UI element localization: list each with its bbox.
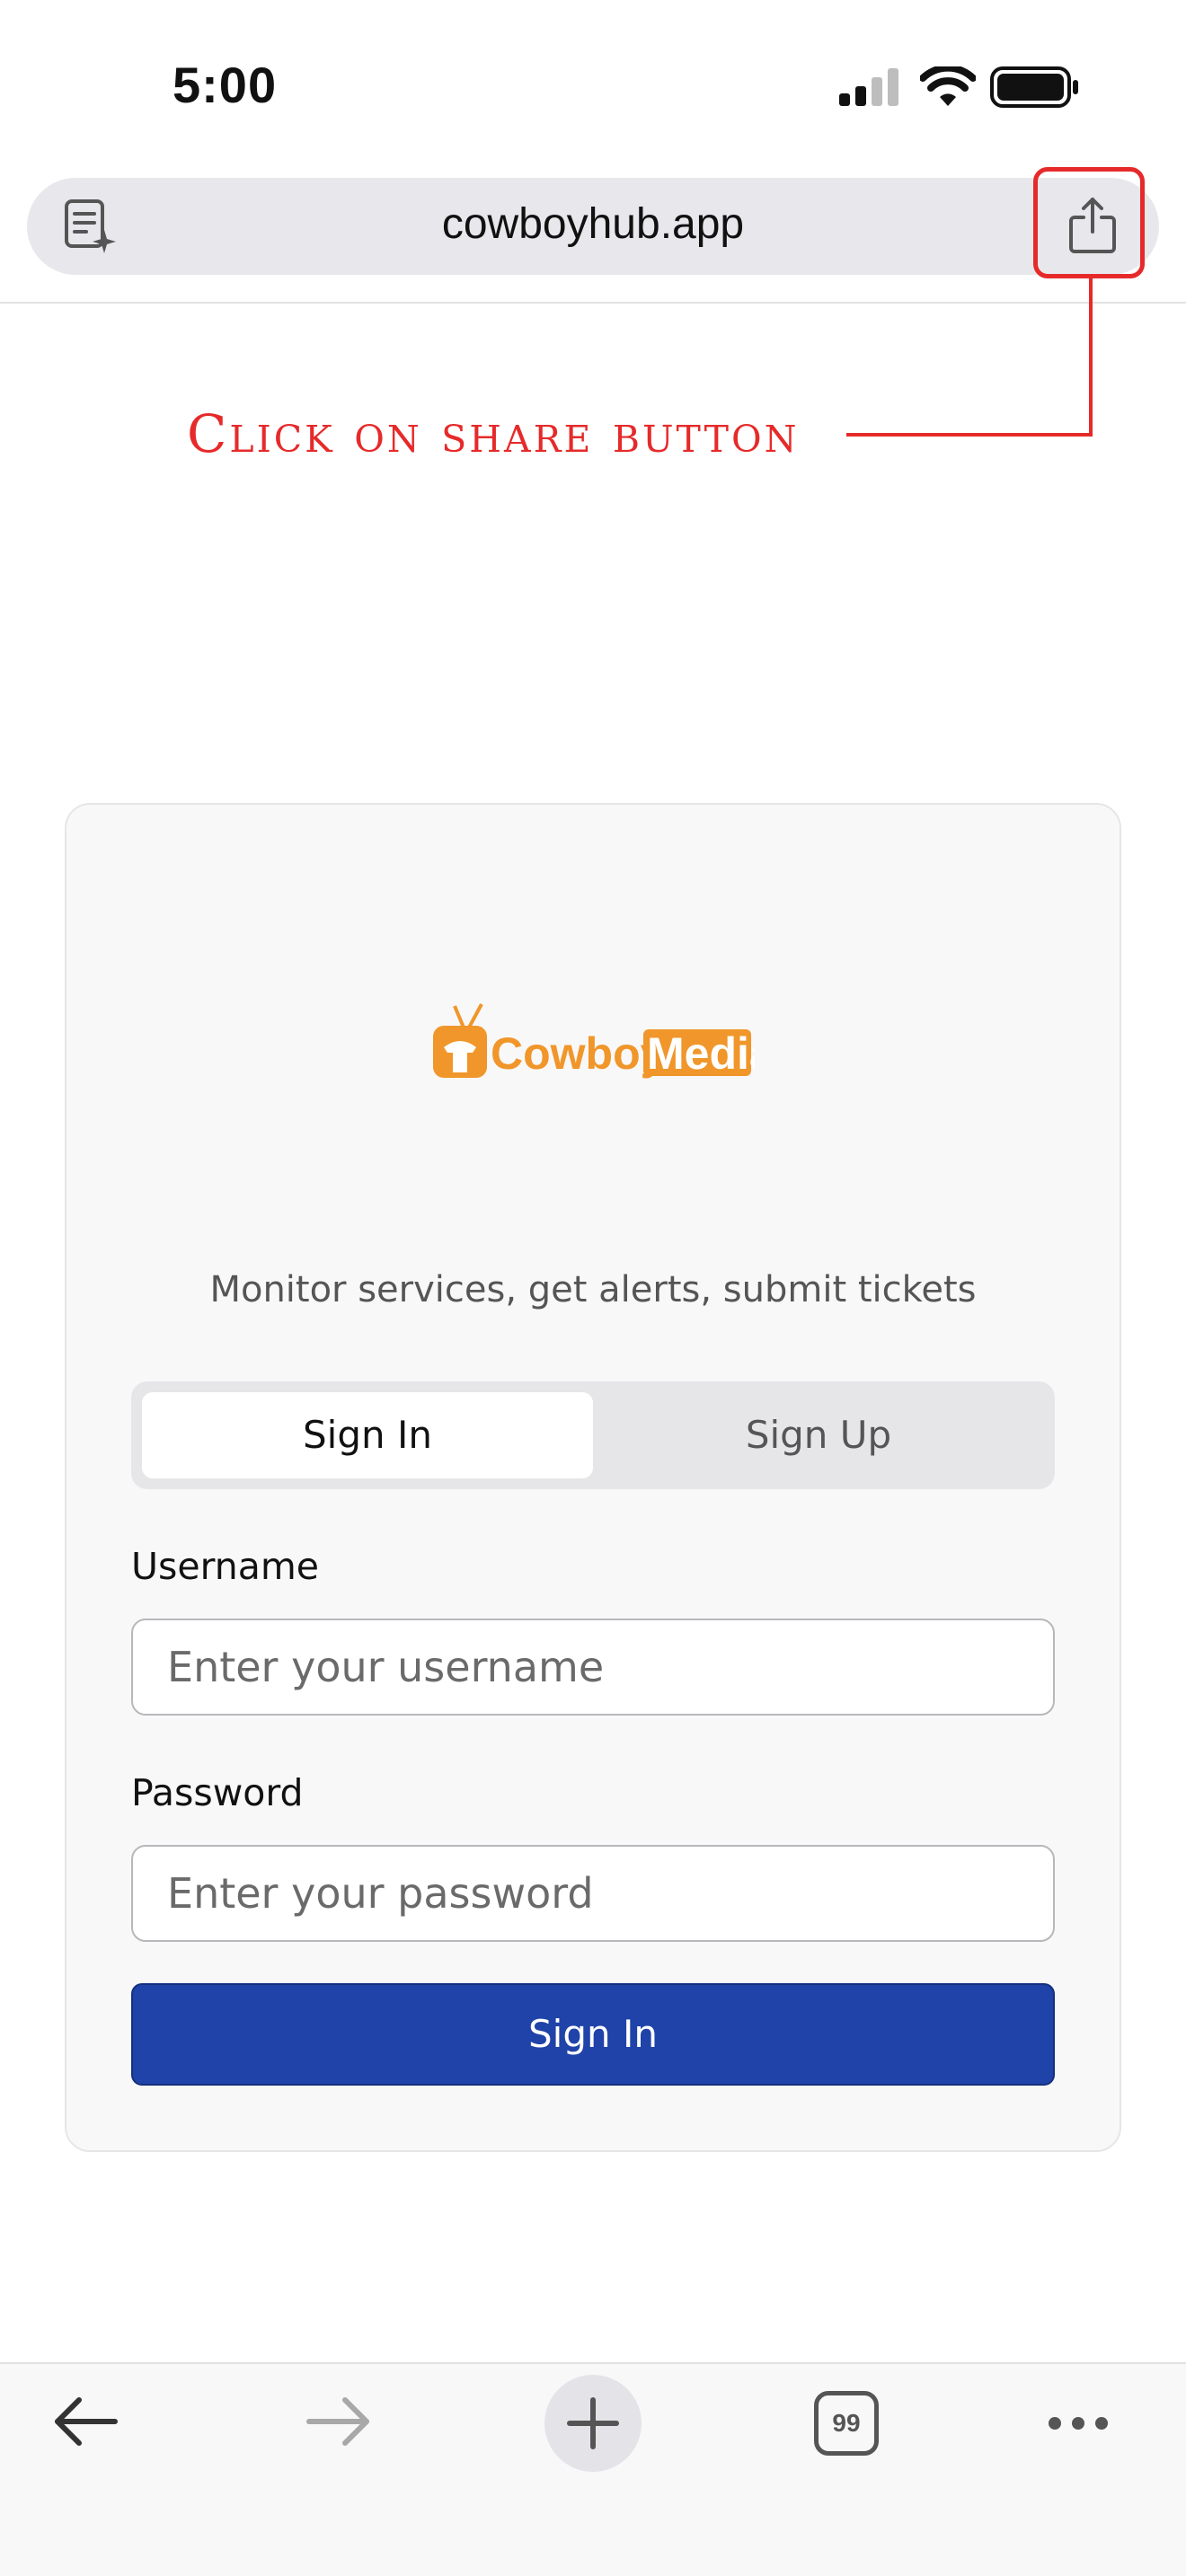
tab-sign-up[interactable]: Sign Up (593, 1392, 1044, 1478)
sign-in-button[interactable]: Sign In (131, 1983, 1055, 2086)
wifi-icon (920, 66, 976, 106)
cellular-signal-icon (839, 68, 898, 106)
tab-sign-in[interactable]: Sign In (142, 1392, 593, 1478)
plus-icon (567, 2397, 619, 2449)
bottom-divider (0, 2362, 1186, 2364)
password-label: Password (131, 1771, 304, 1814)
share-icon[interactable] (1067, 196, 1118, 253)
top-divider (0, 302, 1186, 304)
ellipsis-icon[interactable] (1046, 2411, 1111, 2436)
svg-text:Cowboy: Cowboy (491, 1028, 666, 1079)
cowboy-media-logo: Cowboy Media (433, 1003, 755, 1079)
svg-text:Media: Media (647, 1028, 755, 1079)
forward-arrow-icon[interactable] (302, 2393, 374, 2450)
back-arrow-icon[interactable] (50, 2393, 122, 2450)
status-time: 5:00 (173, 57, 278, 113)
tagline: Monitor services, get alerts, submit tic… (209, 1269, 977, 1310)
url-text[interactable]: cowboyhub.app (0, 196, 1186, 253)
battery-icon (990, 66, 1078, 108)
username-label: Username (131, 1545, 320, 1588)
tabs-count-button[interactable]: 99 (814, 2391, 879, 2456)
username-field[interactable] (131, 1619, 1055, 1716)
password-field[interactable] (131, 1845, 1055, 1942)
annotation-text: Click on share button (187, 403, 800, 464)
